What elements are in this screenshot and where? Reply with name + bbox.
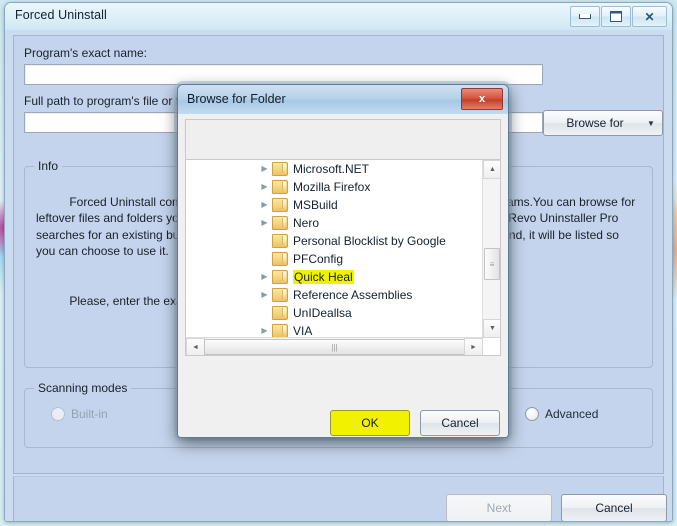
chevron-down-icon[interactable]: ▼: [640, 119, 662, 128]
scroll-up-button[interactable]: ▲: [483, 160, 500, 179]
tree-item[interactable]: ▶ Mozilla Firefox: [186, 178, 483, 196]
scroll-down-button[interactable]: ▼: [483, 319, 500, 338]
radio-advanced[interactable]: Advanced: [525, 407, 598, 421]
dialog-body: ▶ Microsoft.NET ▶ Mozilla Firefox ▶ MSBuild ▶ N…: [178, 114, 508, 437]
window-titlebar: Forced Uninstall ✕: [5, 3, 672, 31]
radio-advanced-circle: [525, 407, 539, 421]
vertical-scrollbar-thumb[interactable]: ≡: [484, 248, 500, 280]
dialog-ok-button[interactable]: OK: [330, 410, 410, 436]
tree-item-label: MSBuild: [293, 198, 338, 212]
tree-item-label: Microsoft.NET: [293, 162, 370, 176]
vertical-scrollbar[interactable]: ▲ ≡ ▼: [482, 160, 500, 338]
tree-item-label: Reference Assemblies: [293, 288, 413, 302]
grip-icon: |||: [331, 342, 338, 352]
expand-arrow-icon[interactable]: ▶: [258, 165, 271, 173]
caret-right-icon: ►: [470, 344, 477, 351]
dialog-title: Browse for Folder: [187, 92, 286, 106]
tree-item-label: Nero: [293, 216, 320, 230]
info-group-title: Info: [34, 159, 63, 173]
browse-for-folder-dialog: Browse for Folder x ▶ Microsoft.NET ▶ Mozil…: [177, 84, 509, 438]
minimize-icon: [579, 14, 591, 19]
tree-item-label: Quick Heal: [293, 270, 354, 284]
radio-built-in-circle: [51, 407, 65, 421]
expand-arrow-icon[interactable]: ▶: [258, 327, 271, 335]
tree-item[interactable]: ▶UnIDeallsa: [186, 304, 483, 322]
dialog-cancel-button[interactable]: Cancel: [420, 410, 500, 436]
window-controls: ✕: [570, 6, 667, 27]
caret-down-icon: ▼: [489, 325, 496, 332]
caret-left-icon: ◄: [192, 344, 199, 351]
cancel-button[interactable]: Cancel: [561, 494, 667, 521]
program-name-input[interactable]: [24, 64, 543, 85]
tree-item-label: VIA: [293, 324, 313, 338]
folder-icon: [272, 162, 288, 176]
expand-arrow-icon[interactable]: ▶: [258, 291, 271, 299]
caret-up-icon: ▲: [489, 166, 496, 173]
folder-icon: [272, 198, 288, 212]
folder-icon: [272, 306, 288, 320]
tree-item[interactable]: ▶PFConfig: [186, 250, 483, 268]
tree-item[interactable]: ▶ Microsoft.NET: [186, 160, 483, 178]
dialog-header-area: [185, 119, 501, 160]
expand-arrow-icon[interactable]: ▶: [258, 201, 271, 209]
expand-arrow-icon[interactable]: ▶: [258, 219, 271, 227]
tree-item-label: UnIDeallsa: [293, 306, 352, 320]
close-button[interactable]: ✕: [632, 6, 667, 27]
tree-item[interactable]: ▶Personal Blocklist by Google: [186, 232, 483, 250]
expand-arrow-icon[interactable]: ▶: [258, 273, 271, 281]
tree-item[interactable]: ▶ Nero: [186, 214, 483, 232]
folder-icon: [272, 234, 288, 248]
horizontal-scrollbar-thumb[interactable]: |||: [204, 339, 465, 355]
close-icon: ✕: [644, 9, 655, 24]
program-name-label: Program's exact name:: [24, 46, 148, 60]
folder-icon: [272, 288, 288, 302]
browse-for-label: Browse for: [566, 116, 624, 130]
maximize-icon: [610, 11, 622, 22]
folder-icon: [272, 270, 288, 284]
next-button[interactable]: Next: [446, 494, 552, 521]
tree-item-label: Mozilla Firefox: [293, 180, 371, 194]
radio-built-in[interactable]: Built-in: [51, 407, 108, 421]
tree-item[interactable]: ▶ MSBuild: [186, 196, 483, 214]
folder-tree-container: ▶ Microsoft.NET ▶ Mozilla Firefox ▶ MSBuild ▶ N…: [185, 159, 501, 356]
folder-tree[interactable]: ▶ Microsoft.NET ▶ Mozilla Firefox ▶ MSBuild ▶ N…: [186, 160, 483, 338]
footer-panel: Next Cancel: [13, 476, 667, 521]
radio-advanced-label: Advanced: [545, 407, 599, 421]
scanning-modes-group-title: Scanning modes: [34, 381, 132, 395]
dialog-titlebar: Browse for Folder x: [178, 85, 508, 115]
scroll-right-button[interactable]: ►: [464, 338, 483, 355]
tree-item[interactable]: ▶ Quick Heal: [186, 268, 483, 286]
window-title: Forced Uninstall: [15, 8, 107, 22]
tree-item[interactable]: ▶ Reference Assemblies: [186, 286, 483, 304]
dialog-close-button[interactable]: x: [461, 88, 503, 110]
grip-icon: ≡: [489, 259, 495, 269]
tree-item-label: PFConfig: [293, 252, 344, 266]
close-icon: x: [478, 93, 486, 105]
folder-icon: [272, 252, 288, 266]
tree-item[interactable]: ▶ VIA: [186, 322, 483, 338]
scroll-left-button[interactable]: ◄: [186, 338, 205, 355]
folder-icon: [272, 180, 288, 194]
horizontal-scrollbar[interactable]: ◄ ||| ►: [186, 337, 483, 355]
minimize-button[interactable]: [570, 6, 600, 27]
folder-icon: [272, 216, 288, 230]
expand-arrow-icon[interactable]: ▶: [258, 183, 271, 191]
folder-icon: [272, 324, 288, 338]
tree-item-label: Personal Blocklist by Google: [293, 234, 446, 248]
browse-for-button[interactable]: Browse for ▼: [543, 110, 663, 136]
maximize-button[interactable]: [601, 6, 631, 27]
radio-built-in-label: Built-in: [71, 407, 108, 421]
